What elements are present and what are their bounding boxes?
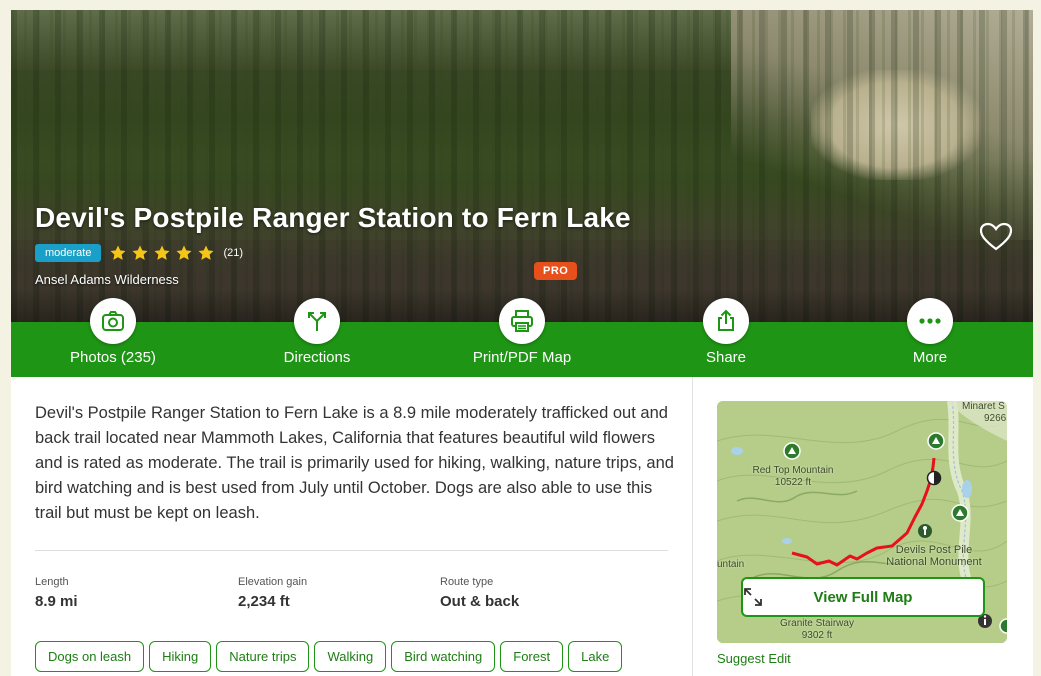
action-bar: Photos (235) Directions PRO Print/PDF Ma… xyxy=(11,262,1033,377)
column-divider xyxy=(692,377,693,676)
action-label: Directions xyxy=(283,349,351,366)
print-map-button[interactable]: PRO Print/PDF Map xyxy=(452,262,592,366)
star-icon xyxy=(197,244,219,262)
map-label-mountain: untain xyxy=(717,559,745,570)
tag-chip[interactable]: Nature trips xyxy=(216,641,310,672)
view-full-map-button[interactable]: View Full Map xyxy=(741,577,985,617)
favorite-heart-icon[interactable] xyxy=(979,222,1013,252)
tag-chip[interactable]: Dogs on leash xyxy=(35,641,145,672)
share-button[interactable]: Share xyxy=(656,298,796,366)
trail-title: Devil's Postpile Ranger Station to Fern … xyxy=(35,202,631,233)
expand-icon xyxy=(744,588,762,606)
photos-button[interactable]: Photos (235) xyxy=(43,298,183,366)
trailhead-icon xyxy=(918,524,932,538)
map-label-minaret: Minaret S 9266 xyxy=(962,401,1007,424)
stat-value: 2,234 ft xyxy=(238,593,290,610)
tag-chip[interactable]: Lake xyxy=(568,641,623,672)
trail-meta: moderate (21) xyxy=(35,244,243,262)
tag-list: Dogs on leash Hiking Nature trips Walkin… xyxy=(35,641,627,672)
tag-chip[interactable]: Bird watching xyxy=(391,641,496,672)
divider xyxy=(35,550,668,551)
tag-chip[interactable]: Hiking xyxy=(149,641,212,672)
area-link[interactable]: Ansel Adams Wilderness xyxy=(35,272,179,287)
stat-label: Route type xyxy=(440,576,494,588)
star-icon xyxy=(153,244,175,262)
camera-icon xyxy=(102,311,124,331)
map-label-granite-stairway: Granite Stairway 9302 ft xyxy=(780,618,854,641)
stat-elevation-gain: Elevation gain 2,234 ft xyxy=(238,576,307,610)
trail-description: Devil's Postpile Ranger Station to Fern … xyxy=(35,404,674,522)
star-icon xyxy=(175,244,197,262)
review-count[interactable]: (21) xyxy=(223,247,243,259)
campsite-icon xyxy=(783,442,801,460)
action-label: Photos (235) xyxy=(70,349,156,366)
action-label: Share xyxy=(705,349,747,366)
star-icon xyxy=(131,244,153,262)
tag-chip[interactable]: Walking xyxy=(314,641,387,672)
map-label-red-top: Red Top Mountain 10522 ft xyxy=(752,465,834,488)
stat-length: Length 8.9 mi xyxy=(35,576,78,610)
directions-button[interactable]: Directions xyxy=(247,298,387,366)
stat-route-type: Route type Out & back xyxy=(440,576,519,610)
map-label-devils-postpile: Devils Post Pile National Monument xyxy=(886,544,982,568)
more-button[interactable]: More xyxy=(860,298,1000,366)
printer-icon xyxy=(511,310,533,332)
trail-map[interactable]: Red Top Mountain 10522 ft Minaret S 9266… xyxy=(717,401,1007,643)
hero-photo: Devil's Postpile Ranger Station to Fern … xyxy=(11,10,1033,322)
pro-badge: PRO xyxy=(534,262,578,280)
action-label: More xyxy=(912,349,948,366)
suggest-edit-link[interactable]: Suggest Edit xyxy=(717,651,791,666)
rating-stars[interactable] xyxy=(109,244,219,262)
more-icon xyxy=(919,318,941,324)
campsite-icon xyxy=(951,504,969,522)
trail-card: Devil's Postpile Ranger Station to Fern … xyxy=(11,10,1033,676)
star-icon xyxy=(109,244,131,262)
campsite-icon xyxy=(927,432,945,450)
view-full-map-label: View Full Map xyxy=(813,588,913,606)
stat-label: Elevation gain xyxy=(238,576,308,588)
difficulty-badge: moderate xyxy=(35,244,102,262)
directions-icon xyxy=(308,312,326,331)
stat-value: 8.9 mi xyxy=(35,593,78,610)
tag-chip[interactable]: Forest xyxy=(500,641,564,672)
stat-label: Length xyxy=(35,576,69,588)
action-label: Print/PDF Map xyxy=(472,349,572,366)
stat-value: Out & back xyxy=(440,593,520,610)
share-icon xyxy=(718,309,734,331)
